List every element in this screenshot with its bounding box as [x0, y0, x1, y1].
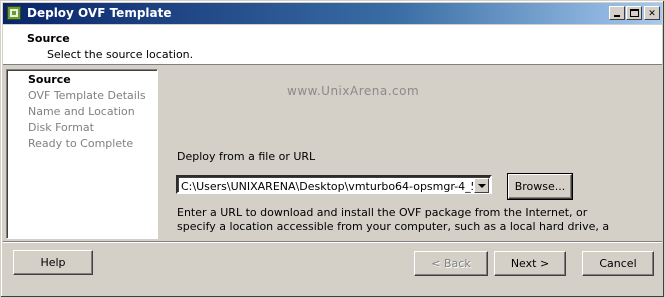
maximize-icon [630, 9, 639, 17]
description-line-1: Enter a URL to download and install the … [177, 206, 588, 219]
minimize-icon [614, 15, 620, 17]
close-icon: ✕ [648, 6, 656, 19]
step-ovf-template-details[interactable]: OVF Template Details [28, 89, 146, 102]
header-subtitle: Select the source location. [47, 48, 194, 61]
chevron-down-icon[interactable] [474, 178, 489, 193]
header-title: Source [27, 32, 70, 45]
back-button-label: < Back [431, 257, 471, 270]
description-line-2: specify a location accessible from your … [177, 220, 610, 233]
close-button[interactable]: ✕ [644, 6, 660, 20]
source-description: Enter a URL to download and install the … [177, 206, 647, 234]
deploy-source-label: Deploy from a file or URL [177, 150, 316, 163]
maximize-button[interactable] [626, 6, 642, 20]
step-disk-format[interactable]: Disk Format [28, 121, 94, 134]
back-button[interactable]: < Back [414, 251, 488, 276]
source-path-input[interactable] [181, 179, 473, 193]
step-ready-to-complete[interactable]: Ready to Complete [28, 137, 133, 150]
footer-divider [3, 241, 662, 243]
vsphere-logo-icon [7, 6, 21, 20]
cancel-button[interactable]: Cancel [582, 251, 654, 276]
deploy-ovf-window: Deploy OVF Template ✕ Source Select the … [0, 0, 665, 298]
next-button-label: Next > [510, 257, 550, 270]
minimize-button[interactable] [609, 6, 625, 20]
title-bar[interactable]: Deploy OVF Template ✕ [3, 3, 662, 24]
wizard-header: Source Select the source location. [3, 25, 662, 65]
help-button[interactable]: Help [13, 250, 93, 275]
browse-button-label: Browse... [514, 180, 566, 193]
browse-button[interactable]: Browse... [507, 173, 573, 200]
step-source[interactable]: Source [28, 73, 71, 86]
watermark: www.UnixArena.com [287, 84, 420, 98]
source-path-combobox[interactable] [176, 175, 492, 194]
cancel-button-label: Cancel [599, 257, 637, 270]
wizard-steps-panel: Source OVF Template Details Name and Loc… [6, 69, 158, 239]
window-title: Deploy OVF Template [27, 6, 172, 20]
step-name-and-location[interactable]: Name and Location [28, 105, 135, 118]
help-button-label: Help [40, 256, 66, 269]
next-button[interactable]: Next > [494, 251, 566, 276]
